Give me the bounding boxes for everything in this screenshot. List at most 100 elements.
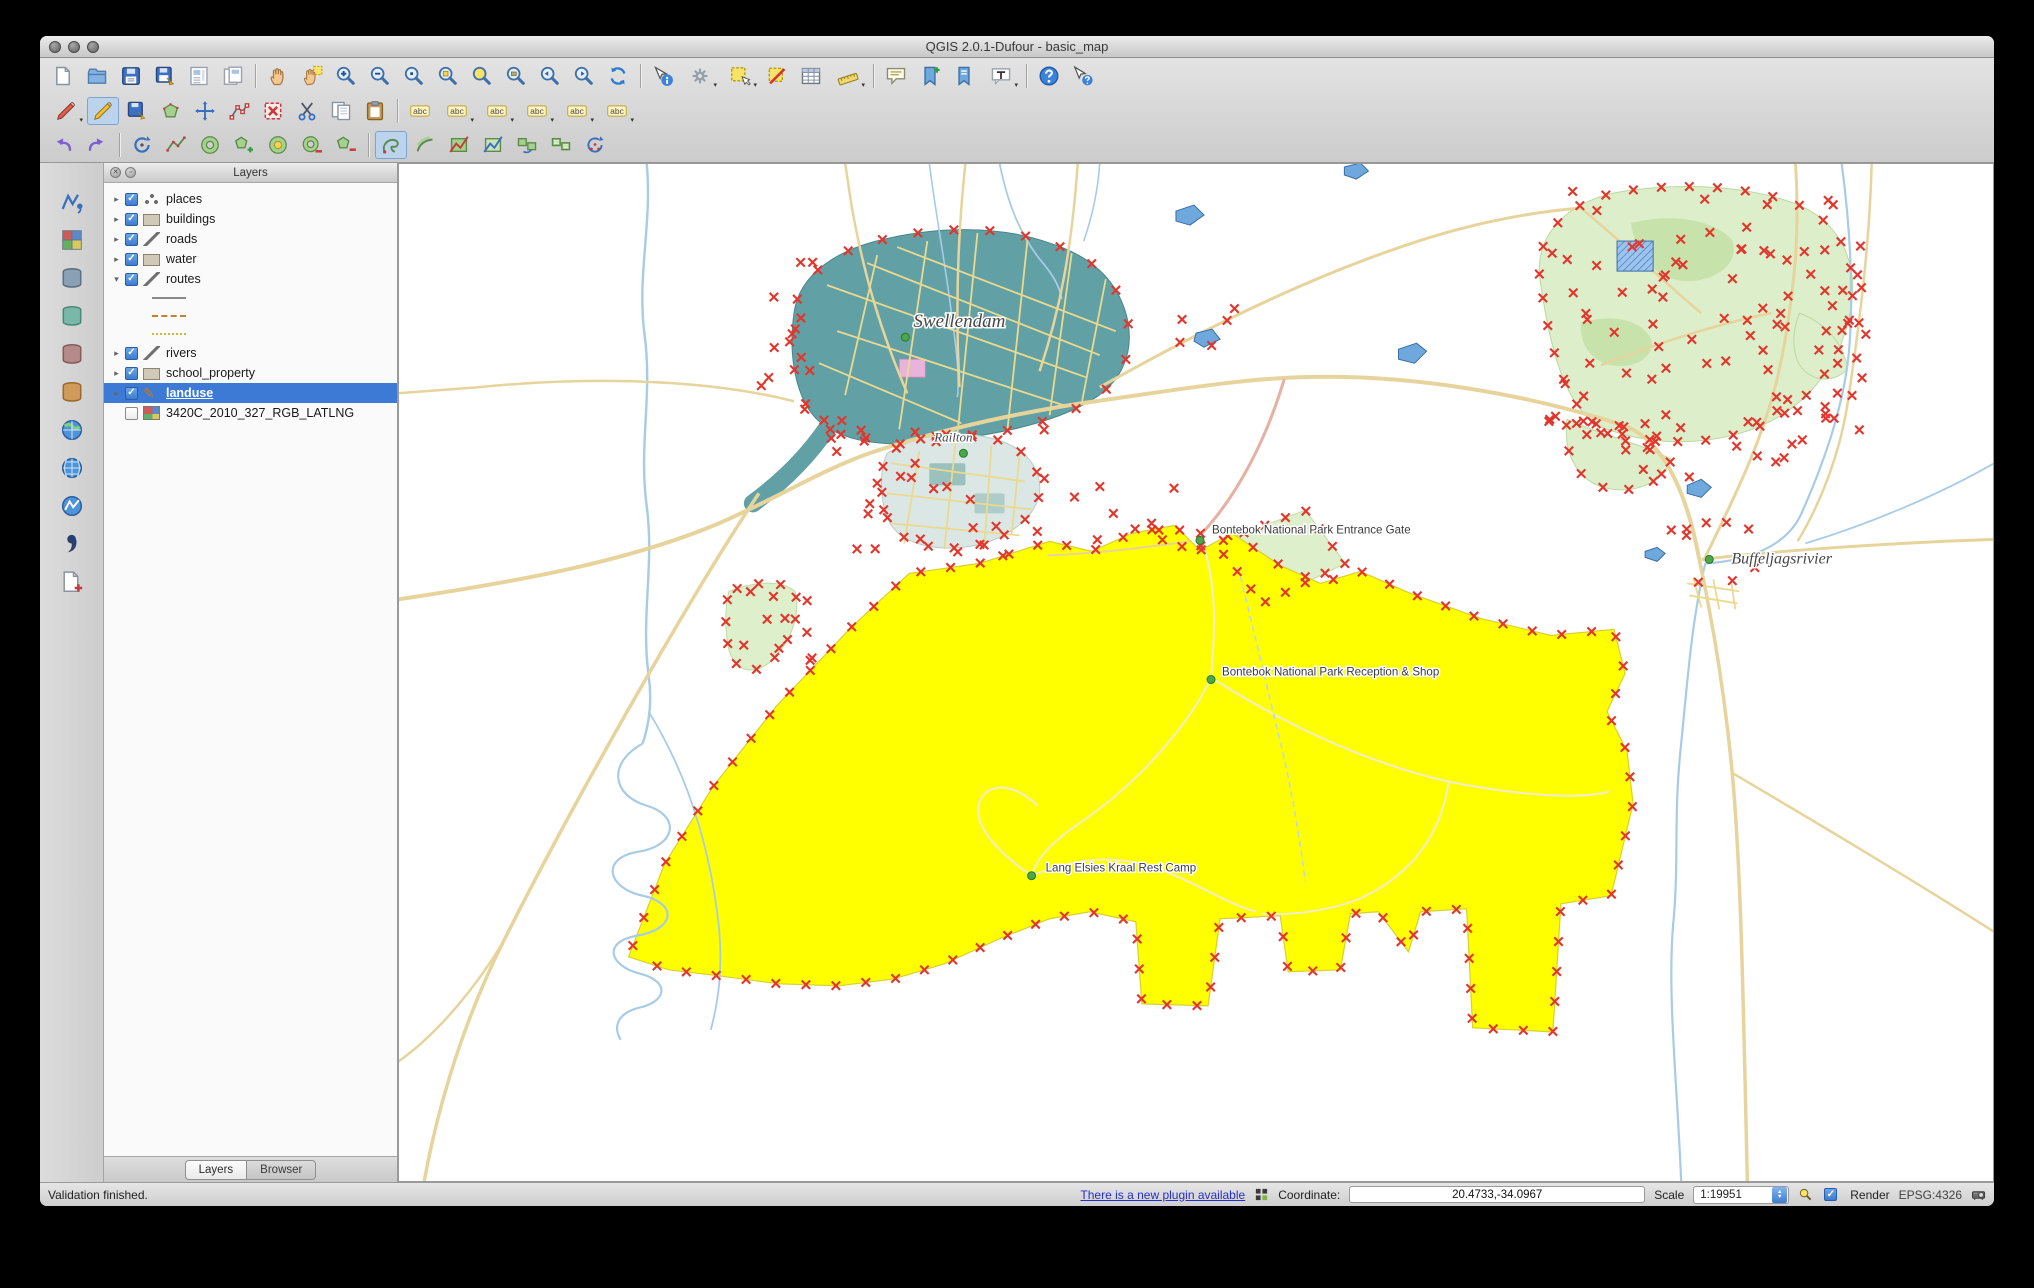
rotate-feature-button[interactable] <box>126 131 158 159</box>
label-pin-button[interactable]: ▾ <box>438 97 476 125</box>
add-part-button[interactable] <box>228 131 260 159</box>
select-features-button[interactable]: ▾ <box>721 62 759 90</box>
label-properties-button[interactable]: ▾ <box>598 97 636 125</box>
copy-features-button[interactable] <box>325 97 357 125</box>
new-print-composer-button[interactable] <box>183 62 215 90</box>
merge-features-button[interactable] <box>511 131 543 159</box>
layer-visibility-checkbox[interactable] <box>125 192 138 206</box>
layer-label[interactable]: water <box>166 252 197 266</box>
layer-visibility-checkbox[interactable] <box>125 232 138 246</box>
panel-close-button[interactable] <box>110 167 121 178</box>
crs-status-icon[interactable] <box>1971 1187 1986 1202</box>
add-wcs-layer-button[interactable] <box>54 453 90 483</box>
render-checkbox[interactable] <box>1824 1188 1838 1201</box>
layer-label[interactable]: rivers <box>166 346 197 360</box>
layer-row-rivers[interactable]: ▸ rivers <box>104 343 397 363</box>
map-canvas[interactable]: Swellendam Railton Bontebok National Par… <box>398 163 1994 1182</box>
whats-this-button[interactable] <box>1067 62 1099 90</box>
current-edits-dropdown-arrow[interactable]: ▾ <box>79 117 83 124</box>
magnifier-icon[interactable] <box>1798 1187 1813 1202</box>
toggle-editing-button[interactable] <box>87 97 119 125</box>
layer-label[interactable]: 3420C_2010_327_RGB_LATLNG <box>166 406 354 420</box>
label-move-button[interactable]: ▾ <box>518 97 556 125</box>
label-show-hide-button[interactable]: ▾ <box>478 97 516 125</box>
layer-row-water[interactable]: ▸ water <box>104 249 397 269</box>
layer-row-buildings[interactable]: ▸ buildings <box>104 209 397 229</box>
add-postgis-layer-button[interactable] <box>54 263 90 293</box>
plugin-icon[interactable] <box>1254 1187 1269 1202</box>
expand-arrow[interactable]: ▸ <box>110 254 123 265</box>
add-vector-layer-button[interactable] <box>54 187 90 217</box>
label-pin-dropdown-arrow[interactable]: ▾ <box>470 117 474 124</box>
layer-label[interactable]: routes <box>166 272 201 286</box>
save-project-as-button[interactable] <box>149 62 181 90</box>
layer-visibility-checkbox[interactable] <box>125 272 138 286</box>
zoom-out-button[interactable] <box>364 62 396 90</box>
label-rotate-dropdown-arrow[interactable]: ▾ <box>590 117 594 124</box>
label-properties-dropdown-arrow[interactable]: ▾ <box>630 117 634 124</box>
paste-features-button[interactable] <box>359 97 391 125</box>
split-features-button[interactable] <box>443 131 475 159</box>
measure-line-dropdown-arrow[interactable]: ▾ <box>861 82 865 89</box>
help-contents-button[interactable] <box>1033 62 1065 90</box>
scale-combobox[interactable]: 1:19951 ▲ ▼ <box>1693 1185 1790 1204</box>
window-minimize-button[interactable] <box>68 40 80 53</box>
zoom-to-layer-button[interactable] <box>500 62 532 90</box>
add-feature-button[interactable] <box>155 97 187 125</box>
save-layer-edits-button[interactable] <box>121 97 153 125</box>
zoom-next-button[interactable] <box>568 62 600 90</box>
node-tool-button[interactable] <box>223 97 255 125</box>
zoom-in-button[interactable] <box>330 62 362 90</box>
map-tips-button[interactable] <box>880 62 912 90</box>
zoom-last-button[interactable] <box>534 62 566 90</box>
identify-features-button[interactable] <box>647 62 679 90</box>
deselect-all-button[interactable] <box>761 62 793 90</box>
measure-line-button[interactable]: ▾ <box>829 62 867 90</box>
layer-row-places[interactable]: ▸ places <box>104 189 397 209</box>
layer-visibility-checkbox[interactable] <box>125 406 138 420</box>
layer-label[interactable]: school_property <box>166 366 255 380</box>
save-project-button[interactable] <box>115 62 147 90</box>
text-annotation-button[interactable]: ▾ <box>982 62 1020 90</box>
pan-map-button[interactable] <box>262 62 294 90</box>
layer-labeling-options-button[interactable] <box>404 97 436 125</box>
open-attribute-table-button[interactable] <box>795 62 827 90</box>
show-bookmarks-button[interactable] <box>948 62 980 90</box>
delete-ring-button[interactable] <box>296 131 328 159</box>
label-show-hide-dropdown-arrow[interactable]: ▾ <box>510 117 514 124</box>
plugin-update-link[interactable]: There is a new plugin available <box>1080 1188 1245 1202</box>
label-move-dropdown-arrow[interactable]: ▾ <box>550 117 554 124</box>
add-spatialite-layer-button[interactable] <box>54 301 90 331</box>
layer-visibility-checkbox[interactable] <box>125 252 138 266</box>
add-oracle-layer-button[interactable] <box>54 377 90 407</box>
layer-row-school-property[interactable]: ▸ school_property <box>104 363 397 383</box>
window-close-button[interactable] <box>49 40 61 53</box>
delete-selected-button[interactable] <box>257 97 289 125</box>
window-zoom-button[interactable] <box>87 40 99 53</box>
split-parts-button[interactable] <box>477 131 509 159</box>
label-rotate-button[interactable]: ▾ <box>558 97 596 125</box>
composer-manager-button[interactable] <box>217 62 249 90</box>
reshape-features-button[interactable] <box>375 131 407 159</box>
layer-visibility-checkbox[interactable] <box>125 346 138 360</box>
layer-label[interactable]: buildings <box>166 212 215 226</box>
tab-browser[interactable]: Browser <box>247 1159 317 1180</box>
merge-attributes-button[interactable] <box>545 131 577 159</box>
new-project-button[interactable] <box>47 62 79 90</box>
expand-arrow[interactable]: ▸ <box>110 214 123 225</box>
run-feature-action-dropdown-arrow[interactable]: ▾ <box>713 82 717 89</box>
cut-features-button[interactable] <box>291 97 323 125</box>
expand-arrow[interactable]: ▸ <box>110 348 123 359</box>
expand-arrow[interactable]: ▸ <box>110 368 123 379</box>
panel-float-button[interactable] <box>125 167 136 178</box>
fill-ring-button[interactable] <box>262 131 294 159</box>
open-project-button[interactable] <box>81 62 113 90</box>
add-mssql-layer-button[interactable] <box>54 339 90 369</box>
zoom-to-selection-button[interactable] <box>466 62 498 90</box>
layer-row-3420c-2010-327-rgb-latlng[interactable]: 3420C_2010_327_RGB_LATLNG <box>104 403 397 423</box>
layer-label[interactable]: roads <box>166 232 197 246</box>
add-wfs-layer-button[interactable] <box>54 491 90 521</box>
layer-visibility-checkbox[interactable] <box>125 386 138 400</box>
tab-layers[interactable]: Layers <box>184 1159 248 1180</box>
delete-part-button[interactable] <box>330 131 362 159</box>
